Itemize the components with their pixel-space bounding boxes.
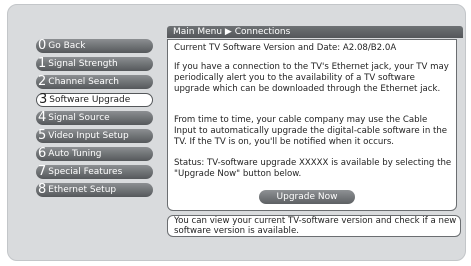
software-version-line: Current TV Software Version and Date: A2… [174,43,397,53]
menu-item-number: 0 [38,38,47,53]
menu-item-label: Software Upgrade [49,95,131,105]
menu-item-go-back[interactable]: 0 Go Back [36,39,153,53]
menu-item-label: Signal Source [48,113,110,123]
menu-item-number: 6 [38,146,47,161]
menu-item-special-features[interactable]: 7 Special Features [36,165,153,179]
tv-menu-screen: Main Menu ▶ Connections 0 Go Back 1 Signal… [7,4,466,261]
help-text-box: You can view your current TV-software ve… [167,215,461,237]
menu-item-number: 5 [38,128,47,143]
menu-item-number: 3 [39,92,48,107]
menu-item-label: Signal Strength [48,59,118,69]
menu-item-auto-tuning[interactable]: 6 Auto Tuning [36,147,153,161]
menu-item-ethernet-setup[interactable]: 8 Ethernet Setup [36,183,153,197]
content-panel: Current TV Software Version and Date: A2… [167,39,457,211]
menu-item-channel-search[interactable]: 2 Channel Search [36,75,153,89]
upgrade-status-paragraph: Status: TV-software upgrade XXXXX is ava… [174,158,452,179]
menu-item-label: Go Back [48,41,86,51]
menu-item-label: Video Input Setup [48,131,129,141]
menu-item-number: 1 [38,56,47,71]
menu-item-software-upgrade[interactable]: 3 Software Upgrade [36,93,153,107]
menu-item-number: 7 [38,164,47,179]
upgrade-now-button[interactable]: Upgrade Now [259,190,355,204]
menu-item-number: 4 [38,110,47,125]
ethernet-info-paragraph: If you have a connection to the TV's Eth… [174,62,449,94]
menu-item-number: 2 [38,74,47,89]
menu-item-label: Auto Tuning [48,149,102,159]
menu-item-label: Ethernet Setup [48,185,117,195]
menu-item-signal-strength[interactable]: 1 Signal Strength [36,57,153,71]
menu-item-number: 8 [38,182,47,197]
menu-item-label: Special Features [48,167,123,177]
menu-item-video-input-setup[interactable]: 5 Video Input Setup [36,129,153,143]
breadcrumb: Main Menu ▶ Connections [167,26,463,38]
menu-item-label: Channel Search [48,77,120,87]
menu-item-signal-source[interactable]: 4 Signal Source [36,111,153,125]
cable-info-paragraph: From time to time, your cable company ma… [174,115,448,147]
